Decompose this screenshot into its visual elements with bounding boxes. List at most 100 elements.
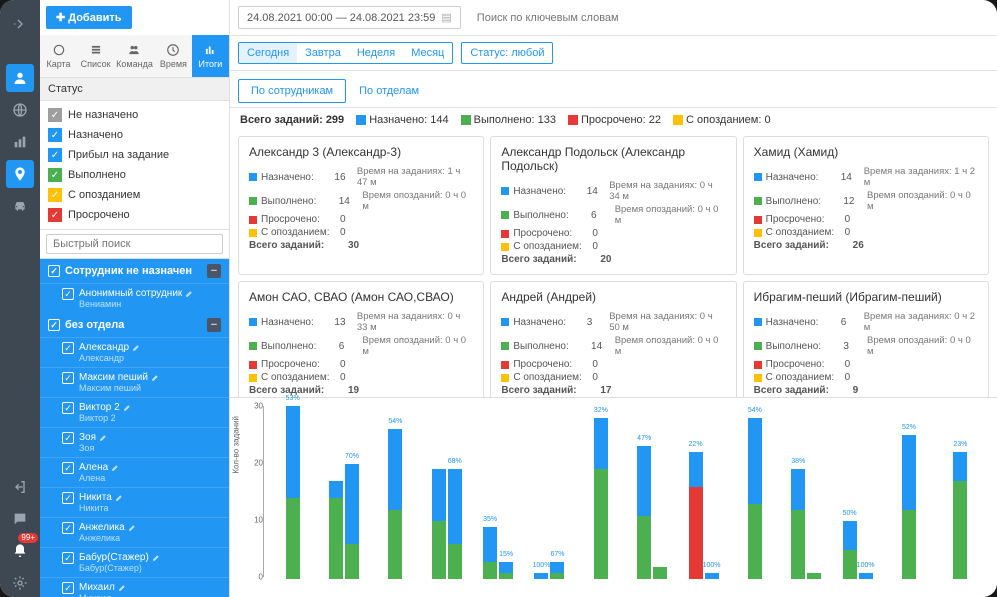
toolbar: 24.08.2021 00:00 — 24.08.2021 23:59▤ <box>230 0 997 36</box>
bar[interactable]: 67% <box>550 562 564 579</box>
plus-icon: ✚ <box>56 11 65 24</box>
employee-card[interactable]: Андрей (Андрей)Назначено:3Время на задан… <box>490 281 736 397</box>
tree-item[interactable]: ✓Зоя Зоя <box>40 427 229 457</box>
bar[interactable]: 50% <box>843 521 857 579</box>
bar[interactable]: 23% <box>953 452 967 579</box>
status-item[interactable]: ✓Не назначено <box>40 105 229 125</box>
checkbox-icon: ✓ <box>62 342 74 354</box>
exit-icon[interactable] <box>6 473 34 501</box>
bar[interactable]: 47% <box>637 446 651 579</box>
bar[interactable]: 70% <box>345 464 359 579</box>
edit-icon <box>152 553 161 562</box>
bar[interactable]: 38% <box>791 469 805 579</box>
collapse-icon[interactable]: − <box>207 318 221 332</box>
add-button[interactable]: ✚Добавить <box>46 6 132 29</box>
bar[interactable]: 53% <box>286 406 300 579</box>
employee-card[interactable]: Амон САО, СВАО (Амон САО,СВАО)Назначено:… <box>238 281 484 397</box>
employee-cards: Александр 3 (Александр-3)Назначено:16Вре… <box>230 132 997 397</box>
bar[interactable]: 68% <box>448 469 462 579</box>
y-axis: 0102030 <box>256 406 264 577</box>
bar[interactable]: 100% <box>859 573 873 579</box>
status-item[interactable]: ✓С опозданием <box>40 185 229 205</box>
employee-card[interactable]: Александр 3 (Александр-3)Назначено:16Вре… <box>238 136 484 275</box>
bar[interactable]: 32% <box>594 418 608 579</box>
checkbox-icon: ✓ <box>62 582 74 594</box>
tree-item[interactable]: ✓Максим пеший Максим пеший <box>40 367 229 397</box>
gear-icon[interactable] <box>6 569 34 597</box>
side-tabs: КартаСписокКомандаВремяИтоги <box>40 35 229 78</box>
tree-item[interactable]: ✓Бабур(Стажер) Бабур(Стажер) <box>40 547 229 577</box>
sidebar: ✚Добавить КартаСписокКомандаВремяИтоги С… <box>40 0 230 597</box>
card-title: Александр 3 (Александр-3) <box>249 145 473 159</box>
bar[interactable]: 100% <box>534 573 548 579</box>
side-tab-2[interactable]: Команда <box>114 35 155 77</box>
bar[interactable] <box>432 469 446 579</box>
date-range-picker[interactable]: 24.08.2021 00:00 — 24.08.2021 23:59▤ <box>238 6 461 29</box>
view-tab-1[interactable]: По отделам <box>346 79 432 103</box>
bar[interactable]: 54% <box>388 429 402 579</box>
bar-group: 52% <box>884 406 933 579</box>
bar[interactable] <box>807 573 821 579</box>
checkbox-icon: ✓ <box>48 108 62 122</box>
checkbox-icon: ✓ <box>62 492 74 504</box>
edit-icon <box>132 343 141 352</box>
tree-item[interactable]: ✓Виктор 2 Виктор 2 <box>40 397 229 427</box>
toolbar-row2: СегодняЗавтраНеделяМесяц Статус: любой <box>230 36 997 71</box>
quick-search-input[interactable] <box>46 234 223 254</box>
bar[interactable] <box>329 481 343 579</box>
location-icon[interactable] <box>6 160 34 188</box>
message-icon[interactable] <box>6 505 34 533</box>
date-quick-1[interactable]: Завтра <box>297 43 349 63</box>
view-tab-0[interactable]: По сотрудникам <box>238 79 346 103</box>
tree-group-header[interactable]: ✓Сотрудник не назначен− <box>40 259 229 283</box>
car-icon[interactable] <box>6 192 34 220</box>
bar[interactable]: 22% <box>689 452 703 579</box>
date-quick-0[interactable]: Сегодня <box>239 43 297 63</box>
status-item[interactable]: ✓Просрочено <box>40 205 229 225</box>
side-tab-0[interactable]: Карта <box>40 35 77 77</box>
tree-item[interactable]: ✓Алена Алена <box>40 457 229 487</box>
bar[interactable] <box>653 567 667 579</box>
date-quick-2[interactable]: Неделя <box>349 43 403 63</box>
bar-group: 23% <box>936 406 985 579</box>
chart-icon[interactable] <box>6 128 34 156</box>
bar-group: 32% <box>576 406 625 579</box>
bar[interactable]: 100% <box>705 573 719 579</box>
employee-card[interactable]: Александр Подольск (Александр Подольск)Н… <box>490 136 736 275</box>
employee-card[interactable]: Ибрагим-пеший (Ибрагим-пеший)Назначено:6… <box>743 281 989 397</box>
status-item[interactable]: ✓Назначено <box>40 125 229 145</box>
tree-item[interactable]: ✓Михаил Михаил <box>40 577 229 597</box>
date-quick-3[interactable]: Месяц <box>403 43 452 63</box>
edit-icon <box>123 403 132 412</box>
tree-item[interactable]: ✓Никита Никита <box>40 487 229 517</box>
side-tab-3[interactable]: Время <box>155 35 192 77</box>
menu-icon[interactable] <box>6 10 34 38</box>
edit-icon <box>115 493 124 502</box>
employee-card[interactable]: Хамид (Хамид)Назначено:14Время на задани… <box>743 136 989 275</box>
bar[interactable]: 52% <box>902 435 916 579</box>
edit-icon <box>185 289 194 298</box>
side-tab-1[interactable]: Список <box>77 35 114 77</box>
user-icon[interactable] <box>6 64 34 92</box>
main-panel: 24.08.2021 00:00 — 24.08.2021 23:59▤ Сег… <box>230 0 997 597</box>
bar[interactable]: 54% <box>748 418 762 579</box>
status-item[interactable]: ✓Прибыл на задание <box>40 145 229 165</box>
tree-item[interactable]: ✓Анжелика Анжелика <box>40 517 229 547</box>
keyword-search-input[interactable] <box>469 8 989 28</box>
notification-badge: 99+ <box>18 533 38 543</box>
bar[interactable]: 35% <box>483 527 497 579</box>
bar-group: 35%15% <box>473 406 522 579</box>
tree-item[interactable]: ✓Александр Александр <box>40 337 229 367</box>
status-item[interactable]: ✓Выполнено <box>40 165 229 185</box>
bar[interactable]: 15% <box>499 562 513 579</box>
tree-group-header[interactable]: ✓без отдела− <box>40 313 229 337</box>
globe-icon[interactable] <box>6 96 34 124</box>
edit-icon <box>151 373 160 382</box>
side-tab-4[interactable]: Итоги <box>192 35 229 77</box>
checkbox-icon: ✓ <box>62 462 74 474</box>
bell-icon[interactable]: 99+ <box>6 537 34 565</box>
bar-group: 100%67% <box>525 406 574 579</box>
status-filter[interactable]: Статус: любой <box>461 42 553 64</box>
tree-item[interactable]: ✓Анонимный сотрудник Вениамин <box>40 283 229 313</box>
collapse-icon[interactable]: − <box>207 264 221 278</box>
